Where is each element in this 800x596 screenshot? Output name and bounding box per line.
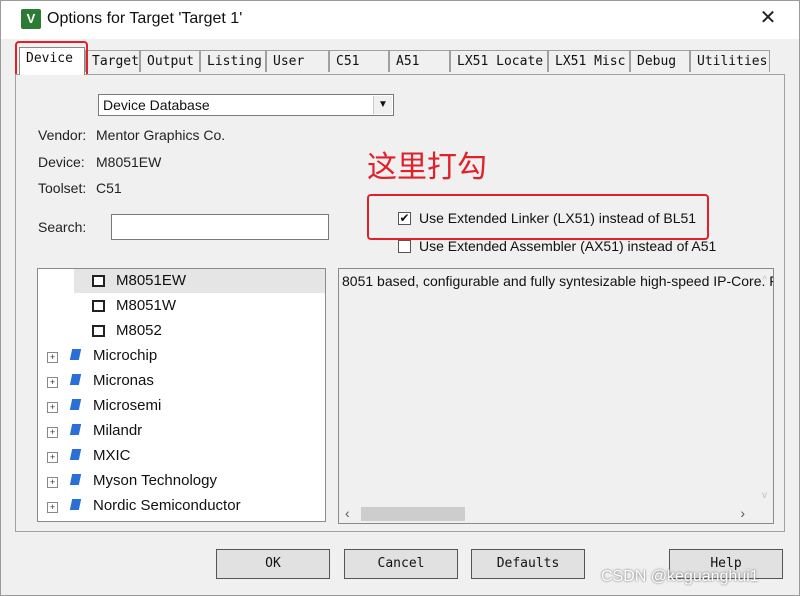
vendor-label: Microchip: [93, 347, 158, 364]
annotation-text: 这里打勾: [367, 150, 487, 185]
linker-option-label: Use Extended Linker (LX51) instead of BL…: [419, 210, 697, 226]
expand-icon[interactable]: +: [47, 377, 58, 388]
vendor-label: Microsemi: [93, 397, 162, 414]
device-database-select[interactable]: Device Database ▼: [98, 94, 394, 116]
search-input[interactable]: [111, 214, 329, 240]
tree-vendor-row[interactable]: + Micronas: [38, 369, 325, 393]
chip-icon: [92, 275, 105, 287]
vendor-label: Micronas: [93, 372, 154, 389]
chip-label: M8052: [116, 322, 162, 339]
tree-chip-row[interactable]: M8052: [74, 319, 325, 343]
tab-strip: Device Target Output Listing User C51 A5…: [15, 47, 775, 75]
expand-icon[interactable]: +: [47, 452, 58, 463]
tree-chip-row[interactable]: M8051EW: [74, 269, 325, 293]
device-tree: M8051EW M8051W M8052 + Microchip + Micro…: [37, 268, 326, 522]
tree-vendor-row[interactable]: + MXIC: [38, 444, 325, 468]
tree-vendor-row[interactable]: + Nordic Semiconductor: [38, 494, 325, 518]
expand-icon[interactable]: +: [47, 352, 58, 363]
chip-label: M8051EW: [116, 272, 187, 289]
vendor-value: Mentor Graphics Co.: [96, 127, 226, 143]
scroll-down-icon[interactable]: v: [762, 490, 767, 501]
tree-chip-row[interactable]: M8051W: [74, 294, 325, 318]
toolset-value: C51: [96, 180, 122, 196]
vendor-label: Myson Technology: [93, 472, 217, 489]
assembler-option-label: Use Extended Assembler (AX51) instead of…: [419, 238, 717, 254]
expand-icon[interactable]: +: [47, 402, 58, 413]
device-database-value: Device Database: [103, 97, 210, 113]
vendor-icon: [69, 449, 82, 460]
keil-app-icon: V: [21, 9, 41, 29]
description-horizontal-scrollbar[interactable]: ‹ ›: [339, 505, 773, 523]
vendor-icon: [69, 399, 82, 410]
vendor-icon: [69, 374, 82, 385]
assembler-checkbox[interactable]: [398, 240, 411, 253]
tree-vendor-row[interactable]: + Milandr: [38, 419, 325, 443]
vendor-icon: [69, 474, 82, 485]
watermark: CSDN @keguanghui1: [601, 568, 759, 585]
options-dialog: V Options for Target 'Target 1' ✕ Device…: [0, 0, 800, 596]
chip-label: M8051W: [116, 297, 177, 314]
tab-user[interactable]: User: [266, 50, 329, 72]
device-description: 8051 based, configurable and fully synte…: [338, 268, 774, 524]
device-value: M8051EW: [96, 154, 162, 170]
tab-lx51-misc[interactable]: LX51 Misc: [548, 50, 630, 72]
expand-icon[interactable]: +: [47, 477, 58, 488]
vendor-icon: [69, 424, 82, 435]
chip-icon: [92, 300, 105, 312]
vendor-label: Milandr: [93, 422, 143, 439]
vendor-icon: [69, 349, 82, 360]
tab-target[interactable]: Target: [85, 50, 140, 72]
tree-vendor-row[interactable]: + Microchip: [38, 344, 325, 368]
tab-c51[interactable]: C51: [329, 50, 389, 72]
chip-icon: [92, 325, 105, 337]
expand-icon[interactable]: +: [47, 427, 58, 438]
ok-button[interactable]: OK: [216, 549, 330, 579]
search-label: Search:: [38, 219, 87, 235]
device-label: Device:: [38, 154, 85, 170]
title-bar: V Options for Target 'Target 1' ✕: [1, 1, 799, 39]
vendor-label: Vendor:: [38, 127, 87, 143]
tab-debug[interactable]: Debug: [630, 50, 690, 72]
linker-checkbox[interactable]: ✔: [398, 212, 411, 225]
tree-vendor-row[interactable]: + Microsemi: [38, 394, 325, 418]
tab-a51[interactable]: A51: [389, 50, 450, 72]
tab-listing[interactable]: Listing: [200, 50, 266, 72]
cancel-button[interactable]: Cancel: [344, 549, 458, 579]
tree-vendor-row[interactable]: + Myson Technology: [38, 469, 325, 493]
scroll-thumb[interactable]: [361, 507, 465, 521]
description-text: 8051 based, configurable and fully synte…: [342, 273, 774, 289]
scroll-up-icon[interactable]: ^: [762, 275, 767, 286]
window-title: Options for Target 'Target 1': [47, 10, 243, 27]
defaults-button[interactable]: Defaults: [471, 549, 585, 579]
tab-device[interactable]: Device: [19, 47, 85, 75]
vendor-icon: [69, 499, 82, 510]
scroll-right-icon[interactable]: ›: [740, 505, 745, 521]
tab-output[interactable]: Output: [140, 50, 200, 72]
toolset-label: Toolset:: [38, 180, 87, 196]
scroll-left-icon[interactable]: ‹: [345, 505, 350, 521]
tab-lx51-locate[interactable]: LX51 Locate: [450, 50, 548, 72]
vendor-label: MXIC: [93, 447, 131, 464]
vendor-label: Nordic Semiconductor: [93, 497, 241, 514]
expand-icon[interactable]: +: [47, 502, 58, 513]
close-icon[interactable]: ✕: [757, 7, 779, 29]
tab-utilities[interactable]: Utilities: [690, 50, 770, 72]
chevron-down-icon[interactable]: ▼: [373, 96, 392, 114]
